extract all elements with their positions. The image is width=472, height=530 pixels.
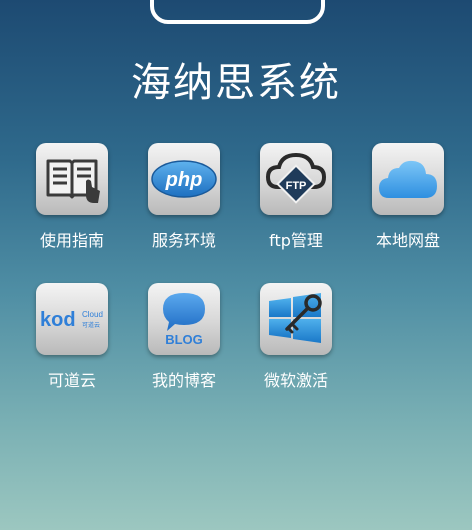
app-ms-activate-label: 微软激活 [263,371,328,390]
app-ftp-label: ftp管理 [269,231,323,250]
app-kodcloud[interactable]: kod Cloud 可道云 可道云 [22,283,122,391]
svg-text:php: php [165,169,203,191]
app-ftp[interactable]: FTP ftp管理 [246,143,346,251]
app-local-drive[interactable]: 本地网盘 [358,143,458,251]
app-php[interactable]: php 服务环境 [134,143,234,251]
app-php-label: 服务环境 [151,231,216,250]
top-frame-decoration [150,0,325,24]
ftp-icon: FTP [260,143,332,215]
svg-text:Cloud: Cloud [82,310,103,319]
svg-text:kod: kod [40,309,76,331]
app-kodcloud-label: 可道云 [47,371,96,390]
svg-text:FTP: FTP [286,180,307,192]
app-local-drive-label: 本地网盘 [375,231,440,250]
app-blog-label: 我的博客 [151,371,216,390]
windows-key-icon [260,283,332,355]
app-guide-label: 使用指南 [39,231,104,250]
kod-cloud-icon: kod Cloud 可道云 [36,283,108,355]
svg-text:BLOG: BLOG [165,332,203,347]
php-icon: php [148,143,220,215]
page-title: 海纳思系统 [131,60,341,106]
app-ms-activate[interactable]: 微软激活 [246,283,346,391]
guide-book-icon [36,143,108,215]
app-guide[interactable]: 使用指南 [22,143,122,251]
app-blog[interactable]: BLOG 我的博客 [134,283,234,391]
svg-text:可道云: 可道云 [82,321,100,329]
cloud-icon [372,143,444,215]
blog-icon: BLOG [148,283,220,355]
